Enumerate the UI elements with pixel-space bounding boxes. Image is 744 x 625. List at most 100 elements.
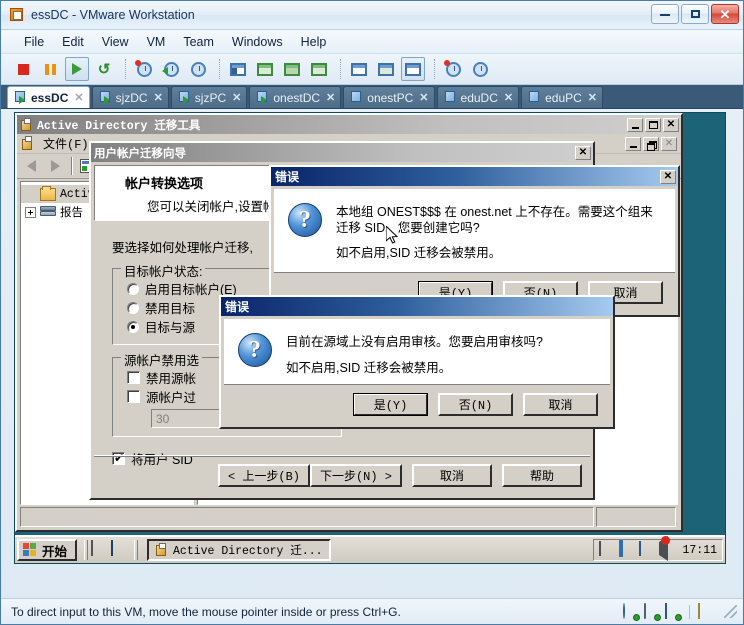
error-dialog-2-no-button[interactable]: 否(N) <box>438 393 513 416</box>
menubar: File Edit View VM Team Windows Help <box>1 30 743 54</box>
radio-icon[interactable] <box>127 301 139 314</box>
mmc-maximize-button[interactable] <box>645 117 661 132</box>
reset-icon[interactable]: ↺ <box>92 57 116 81</box>
statusbar-message: To direct input to this VM, move the mou… <box>11 604 401 619</box>
revert-snapshot-icon[interactable] <box>159 57 183 81</box>
snapshot-manager-icon[interactable] <box>186 57 210 81</box>
radio-icon[interactable] <box>127 282 139 295</box>
wizard-back-button[interactable]: < 上一步(B) <box>217 464 310 487</box>
taskbar-grip[interactable] <box>84 540 89 560</box>
expand-icon[interactable] <box>25 206 36 218</box>
maximize-button[interactable] <box>681 4 709 24</box>
minimize-button[interactable] <box>651 4 679 24</box>
take-snapshot-icon[interactable] <box>132 57 156 81</box>
forward-icon[interactable] <box>44 156 67 177</box>
menu-windows[interactable]: Windows <box>223 33 292 51</box>
taskbar-button-label: Active Directory 迁... <box>173 545 323 558</box>
hard-disk-icon[interactable] <box>644 602 661 621</box>
tab-onestdc[interactable]: onestDC ✕ <box>249 86 342 108</box>
menu-help[interactable]: Help <box>292 33 336 51</box>
display-icon[interactable] <box>111 540 129 559</box>
summary-view-icon[interactable] <box>374 57 398 81</box>
settings-icon[interactable] <box>347 57 371 81</box>
menu-team[interactable]: Team <box>174 33 223 51</box>
wizard-titlebar: 用户帐户迁移向导 ✕ <box>91 143 593 162</box>
vm-powered-on-icon <box>14 91 27 104</box>
system-tray: 17:11 <box>593 536 723 561</box>
vm-guest-screen[interactable]: Active Directory 迁移工具 ✕ 文件(F) ✕ Active D… <box>14 112 726 564</box>
tab-close-icon[interactable]: ✕ <box>154 91 163 104</box>
wizard-title: 用户帐户迁移向导 <box>94 147 186 161</box>
back-icon[interactable] <box>20 156 43 177</box>
mmc-menu-file[interactable]: 文件(F) <box>39 134 93 153</box>
windows-flag-icon <box>23 543 38 557</box>
tab-essdc[interactable]: essDC ✕ <box>7 86 90 108</box>
days-spinner-input[interactable]: 30 <box>151 409 229 428</box>
wizard-help-button[interactable]: 帮助 <box>502 464 582 487</box>
close-button[interactable]: ✕ <box>711 4 739 24</box>
capture-screen-icon[interactable] <box>441 57 465 81</box>
error-dialog-2-cancel-button[interactable]: 取消 <box>523 393 598 416</box>
tab-close-icon[interactable]: ✕ <box>232 91 241 104</box>
fullscreen-icon[interactable] <box>253 57 277 81</box>
start-button[interactable]: 开始 <box>17 539 78 561</box>
tab-edudc[interactable]: eduDC ✕ <box>436 86 520 108</box>
volume-muted-icon[interactable] <box>659 536 675 561</box>
network-adapter-icon[interactable] <box>665 602 682 621</box>
suspend-icon[interactable] <box>38 57 62 81</box>
radio-icon-selected[interactable] <box>127 320 139 333</box>
vm-powered-on-icon <box>256 91 269 104</box>
checkbox-icon[interactable] <box>127 371 140 384</box>
taskbar-button-admt[interactable]: Active Directory 迁... <box>147 539 331 561</box>
status-pane-main <box>20 507 594 527</box>
tab-close-icon[interactable]: ✕ <box>74 91 83 104</box>
show-desktop-icon[interactable] <box>91 540 109 559</box>
display-icon[interactable] <box>639 541 655 558</box>
error-dialog-1-close-button[interactable]: ✕ <box>660 169 676 184</box>
mdi-minimize-button[interactable] <box>625 137 641 151</box>
power-off-icon[interactable] <box>11 57 35 81</box>
tab-close-icon[interactable]: ✕ <box>326 91 335 104</box>
power-on-icon[interactable] <box>65 57 89 81</box>
error-dialog-2-titlebar: 错误 <box>221 297 613 316</box>
console-view-icon[interactable] <box>401 57 425 81</box>
menu-view[interactable]: View <box>93 33 138 51</box>
mdi-restore-button[interactable] <box>643 137 659 151</box>
tab-close-icon[interactable]: ✕ <box>588 91 597 104</box>
window-title: essDC - VMware Workstation <box>31 8 195 22</box>
mmc-close-button[interactable]: ✕ <box>663 117 679 132</box>
wizard-cancel-button[interactable]: 取消 <box>412 464 492 487</box>
vm-icon <box>444 91 457 104</box>
wizard-close-button[interactable]: ✕ <box>575 145 591 160</box>
window-controls: ✕ <box>651 4 739 24</box>
tab-close-icon[interactable]: ✕ <box>504 91 513 104</box>
menu-file[interactable]: File <box>15 33 53 51</box>
tab-edupc[interactable]: eduPC ✕ <box>521 86 604 108</box>
tab-sjzpc[interactable]: sjzPC ✕ <box>170 86 248 108</box>
mdi-close-button[interactable]: ✕ <box>661 137 677 151</box>
mmc-titlebar: Active Directory 迁移工具 ✕ <box>17 115 681 134</box>
menu-edit[interactable]: Edit <box>53 33 93 51</box>
cd-drive-icon[interactable] <box>623 602 640 621</box>
message-log-icon[interactable] <box>698 602 714 620</box>
clock[interactable]: 17:11 <box>682 544 717 557</box>
error-dialog-2-yes-button[interactable]: 是(Y) <box>353 393 428 416</box>
resize-grip[interactable] <box>724 605 737 618</box>
menu-vm[interactable]: VM <box>138 33 175 51</box>
toolbar-separator-2 <box>219 59 220 79</box>
unity-icon[interactable] <box>307 57 331 81</box>
tab-close-icon[interactable]: ✕ <box>419 91 428 104</box>
capture-movie-icon[interactable] <box>468 57 492 81</box>
mmc-minimize-button[interactable] <box>627 117 643 132</box>
wizard-next-button[interactable]: 下一步(N) > <box>309 464 402 487</box>
vmware-tools-icon[interactable] <box>619 540 635 558</box>
taskbar-grip-2[interactable] <box>134 540 139 560</box>
checkbox-icon[interactable] <box>127 390 140 403</box>
tab-sjzdc[interactable]: sjzDC ✕ <box>91 86 169 108</box>
status-pane-secondary <box>596 507 676 527</box>
tab-onestpc[interactable]: onestPC ✕ <box>343 86 435 108</box>
show-sidebar-icon[interactable] <box>226 57 250 81</box>
network-icon[interactable] <box>599 541 615 558</box>
quick-switch-icon[interactable] <box>280 57 304 81</box>
tab-label: onestPC <box>367 90 414 105</box>
